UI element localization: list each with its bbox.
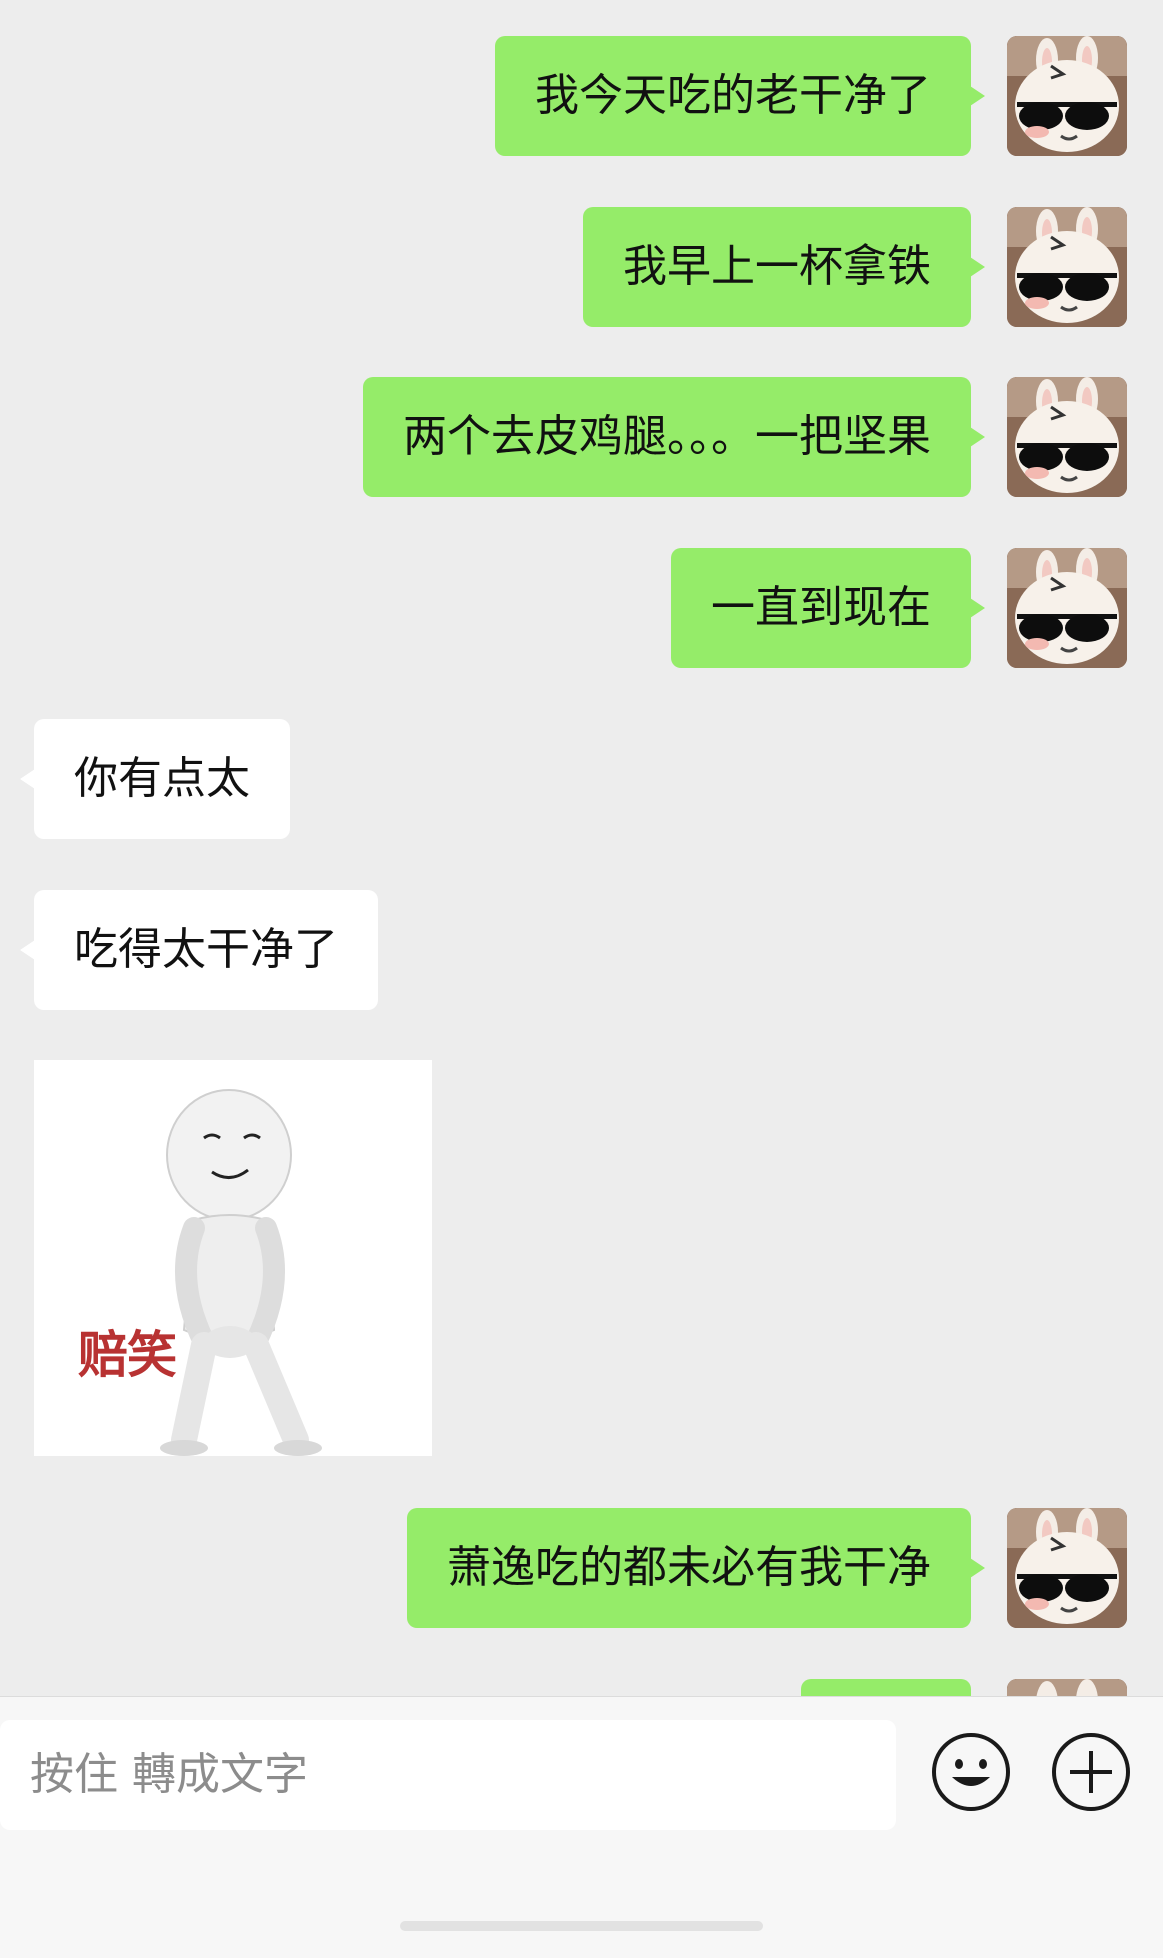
sticker-message[interactable]: 赔笑: [34, 1060, 432, 1456]
sticker-caption: 赔笑: [78, 1326, 177, 1384]
hold-to-talk-button[interactable]: 按住 轉成文字: [0, 1720, 896, 1830]
message-bubble[interactable]: 两个去皮鸡腿。。。一把坚果: [363, 377, 985, 497]
user-avatar[interactable]: [1007, 548, 1127, 668]
incoming-message: 吃得太干净了: [0, 890, 1163, 1010]
message-bubble[interactable]: 一直到现在: [671, 548, 985, 668]
message-bubble[interactable]: 我今天吃的老干净了: [495, 36, 985, 156]
user-avatar[interactable]: [1007, 377, 1127, 497]
user-avatar[interactable]: [1007, 1679, 1127, 1696]
incoming-message: 你有点太: [0, 719, 1163, 839]
user-avatar[interactable]: [1007, 36, 1127, 156]
outgoing-message: 一直到现在: [0, 548, 1163, 668]
user-avatar[interactable]: [1007, 1508, 1127, 1628]
message-bubble[interactable]: 萧逸吃的都未必有我干净: [407, 1508, 985, 1628]
outgoing-message-partial: [0, 1679, 1163, 1696]
smiley-face-icon[interactable]: [930, 1731, 1012, 1813]
stick-figure-sticker-image: [160, 1089, 322, 1456]
outgoing-message: 两个去皮鸡腿。。。一把坚果: [0, 377, 1163, 497]
plus-circle-icon[interactable]: [1050, 1731, 1132, 1813]
home-indicator[interactable]: [400, 1921, 763, 1931]
chat-history[interactable]: 我今天吃的老干净了 我早上一杯拿铁 两个去皮鸡腿。。。一把坚果 一直到现在 你有…: [0, 0, 1163, 1696]
message-bubble-partial[interactable]: [801, 1679, 971, 1696]
message-bubble[interactable]: 我早上一杯拿铁: [583, 207, 985, 327]
outgoing-message: 我今天吃的老干净了: [0, 36, 1163, 156]
chat-input-bar: 按住 轉成文字: [0, 1696, 1163, 1958]
outgoing-message: 萧逸吃的都未必有我干净: [0, 1508, 1163, 1628]
outgoing-message: 我早上一杯拿铁: [0, 207, 1163, 327]
message-bubble[interactable]: 你有点太: [20, 719, 290, 839]
message-bubble[interactable]: 吃得太干净了: [20, 890, 378, 1010]
user-avatar[interactable]: [1007, 207, 1127, 327]
